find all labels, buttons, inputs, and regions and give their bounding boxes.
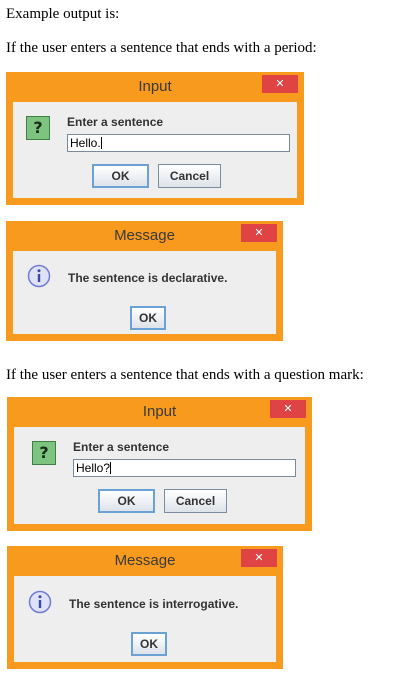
dialog-titlebar[interactable]: Message ✕ (7, 546, 283, 576)
ok-button[interactable]: OK (130, 306, 166, 330)
input-value: Hello? (76, 461, 111, 475)
sentence-input[interactable]: Hello. (67, 134, 290, 152)
sentence-input[interactable]: Hello? (73, 459, 296, 477)
question-icon: ? (32, 441, 56, 465)
dialog-content: ? Enter a sentence Hello? OK Cancel (14, 427, 305, 524)
input-dialog-question: Input ✕ ? Enter a sentence Hello? OK Can… (7, 397, 312, 531)
message-text: The sentence is declarative. (68, 271, 228, 285)
dialog-content: ? Enter a sentence Hello. OK Cancel (13, 102, 297, 198)
prompt-label: Enter a sentence (67, 115, 164, 129)
case-period-text: If the user enters a sentence that ends … (6, 40, 317, 56)
ok-button[interactable]: OK (98, 489, 155, 513)
close-icon[interactable]: ✕ (262, 75, 298, 93)
text-caret (110, 462, 112, 474)
dialog-title: Input (138, 78, 172, 95)
input-value: Hello. (70, 136, 101, 150)
close-icon[interactable]: ✕ (270, 400, 306, 418)
input-dialog-period: Input ✕ ? Enter a sentence Hello. OK Can… (6, 72, 304, 205)
ok-button[interactable]: OK (92, 164, 149, 188)
dialog-content: The sentence is declarative. OK (13, 251, 276, 334)
info-icon (27, 264, 51, 288)
dialog-titlebar[interactable]: Message ✕ (6, 221, 283, 251)
info-icon (28, 590, 52, 614)
dialog-title: Input (142, 403, 177, 420)
cancel-button[interactable]: Cancel (158, 164, 221, 188)
case-question-text: If the user enters a sentence that ends … (6, 367, 364, 383)
dialog-content: The sentence is interrogative. OK (14, 576, 276, 662)
question-icon: ? (26, 116, 50, 140)
intro-text: Example output is: (6, 6, 120, 22)
message-dialog-interrogative: Message ✕ The sentence is interrogative.… (7, 546, 283, 669)
message-dialog-declarative: Message ✕ The sentence is declarative. O… (6, 221, 283, 341)
close-icon[interactable]: ✕ (241, 224, 277, 242)
dialog-titlebar[interactable]: Input ✕ (6, 72, 304, 102)
ok-button[interactable]: OK (131, 632, 167, 656)
message-text: The sentence is interrogative. (69, 597, 239, 611)
prompt-label: Enter a sentence (73, 440, 170, 454)
dialog-titlebar[interactable]: Input ✕ (7, 397, 312, 427)
cancel-button[interactable]: Cancel (164, 489, 227, 513)
close-icon[interactable]: ✕ (241, 549, 277, 567)
text-caret (100, 137, 102, 149)
